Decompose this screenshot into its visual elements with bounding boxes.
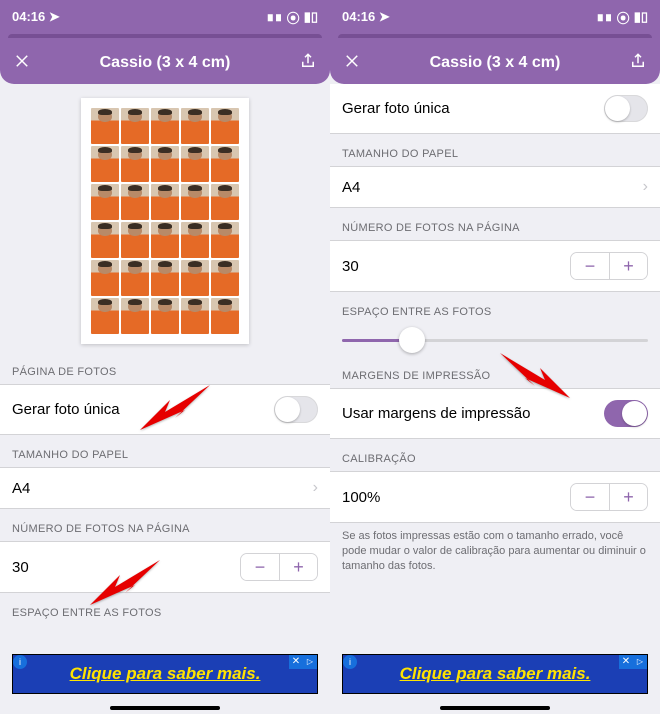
page-title: Cassio (3 x 4 cm): [364, 54, 626, 72]
row-calibracao: 100% − +: [330, 471, 660, 523]
row-numero-fotos: 30 − +: [330, 240, 660, 292]
row-tamanho-papel[interactable]: A4 ›: [330, 166, 660, 208]
wifi-icon: ⦿: [287, 8, 300, 27]
section-label-num: NÚMERO DE FOTOS NA PÁGINA: [330, 208, 660, 240]
row-gerar-foto-unica[interactable]: Gerar foto única: [330, 84, 660, 134]
row-margens[interactable]: Usar margens de impressão: [330, 388, 660, 439]
stepper-minus[interactable]: −: [571, 484, 609, 510]
ad-text: Clique para saber mais.: [400, 664, 591, 684]
gerar-label: Gerar foto única: [12, 401, 120, 418]
ad-info-icon[interactable]: i: [13, 655, 27, 669]
stepper-plus[interactable]: +: [609, 253, 647, 279]
location-icon: ➤: [379, 9, 390, 24]
num-value: 30: [342, 258, 359, 275]
section-label-margens: MARGENS DE IMPRESSÃO: [330, 356, 660, 388]
section-label-papel: TAMANHO DO PAPEL: [330, 134, 660, 166]
ad-info-icon[interactable]: i: [343, 655, 357, 669]
chevron-right-icon: ›: [643, 178, 648, 196]
ad-close-icon[interactable]: ✕: [289, 655, 303, 669]
close-icon[interactable]: [340, 52, 364, 75]
ad-text: Clique para saber mais.: [70, 664, 261, 684]
ad-banner[interactable]: i Clique para saber mais. ✕ ▷: [12, 654, 318, 694]
battery-icon: ▮▯: [634, 9, 648, 25]
close-icon[interactable]: [10, 52, 34, 75]
wifi-icon: ⦿: [617, 8, 630, 27]
ad-play-icon[interactable]: ▷: [303, 655, 317, 669]
section-label-papel: TAMANHO DO PAPEL: [0, 435, 330, 467]
margens-toggle[interactable]: [604, 400, 648, 427]
signal-icon: ∎∎: [266, 9, 283, 25]
nav-header: Cassio (3 x 4 cm): [330, 42, 660, 84]
home-indicator[interactable]: [110, 706, 220, 710]
row-tamanho-papel[interactable]: A4 ›: [0, 467, 330, 509]
gerar-toggle[interactable]: [604, 95, 648, 122]
margens-label: Usar margens de impressão: [342, 405, 530, 422]
num-value: 30: [12, 559, 29, 576]
location-icon: ➤: [49, 9, 60, 24]
espaco-slider[interactable]: [330, 324, 660, 356]
calib-value: 100%: [342, 489, 380, 506]
section-label-calib: CALIBRAÇÃO: [330, 439, 660, 471]
calib-stepper[interactable]: − +: [570, 483, 648, 511]
gerar-toggle[interactable]: [274, 396, 318, 423]
ad-close-icon[interactable]: ✕: [619, 655, 633, 669]
share-icon[interactable]: [626, 52, 650, 75]
left-screenshot: 04:16 ➤ ∎∎⦿▮▯ Cassio (3 x 4 cm) PÁGINA D…: [0, 0, 330, 714]
right-screenshot: 04:16 ➤ ∎∎⦿▮▯ Cassio (3 x 4 cm) Gerar fo…: [330, 0, 660, 714]
papel-value: A4: [12, 480, 30, 497]
stepper-minus[interactable]: −: [241, 554, 279, 580]
nav-header: Cassio (3 x 4 cm): [0, 42, 330, 84]
section-label-fotos: PÁGINA DE FOTOS: [0, 352, 330, 384]
num-stepper[interactable]: − +: [570, 252, 648, 280]
chevron-right-icon: ›: [313, 479, 318, 497]
calib-help-text: Se as fotos impressas estão com o tamanh…: [330, 523, 660, 574]
ad-play-icon[interactable]: ▷: [633, 655, 647, 669]
gerar-label: Gerar foto única: [342, 100, 450, 117]
stepper-plus[interactable]: +: [279, 554, 317, 580]
status-bar: 04:16 ➤ ∎∎⦿▮▯: [330, 0, 660, 34]
papel-value: A4: [342, 179, 360, 196]
signal-icon: ∎∎: [596, 9, 613, 25]
section-label-espaco: ESPAÇO ENTRE AS FOTOS: [330, 292, 660, 324]
share-icon[interactable]: [296, 52, 320, 75]
photo-sheet-preview: [0, 84, 330, 352]
home-indicator[interactable]: [440, 706, 550, 710]
num-stepper[interactable]: − +: [240, 553, 318, 581]
stepper-plus[interactable]: +: [609, 484, 647, 510]
stepper-minus[interactable]: −: [571, 253, 609, 279]
status-bar: 04:16 ➤ ∎∎⦿▮▯: [0, 0, 330, 34]
section-label-num: NÚMERO DE FOTOS NA PÁGINA: [0, 509, 330, 541]
page-title: Cassio (3 x 4 cm): [34, 54, 296, 72]
row-numero-fotos: 30 − +: [0, 541, 330, 593]
battery-icon: ▮▯: [304, 9, 318, 25]
section-label-espaco: ESPAÇO ENTRE AS FOTOS: [0, 593, 330, 625]
ad-banner[interactable]: i Clique para saber mais. ✕ ▷: [342, 654, 648, 694]
row-gerar-foto-unica[interactable]: Gerar foto única: [0, 384, 330, 435]
